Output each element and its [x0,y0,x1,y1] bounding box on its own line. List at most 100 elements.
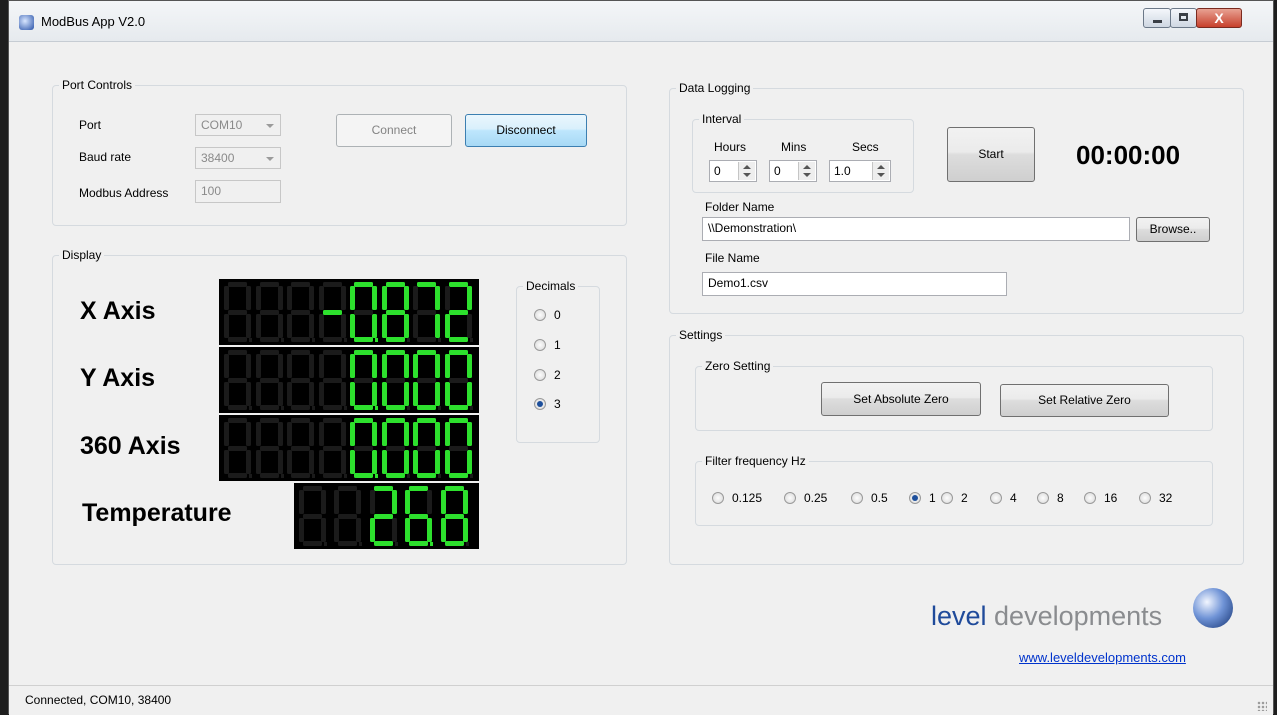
decimals-radio-0[interactable] [534,309,546,321]
filter-radio-2[interactable] [941,492,953,504]
title-bar[interactable]: ModBus App V2.0 X [9,1,1273,42]
minimize-button[interactable] [1143,8,1171,28]
segment-digit [444,282,473,342]
filter-label-4: 4 [1010,491,1017,505]
interval-group: Interval Hours Mins Secs 0 0 1.0 [692,112,914,193]
segment-digit [405,486,434,546]
segment-digit [381,350,410,410]
filter-label-0.25: 0.25 [804,491,828,505]
segment-digit [255,418,284,478]
filter-radio-8[interactable] [1037,492,1049,504]
port-select[interactable]: COM10 [195,114,281,136]
filter-radio-0.25[interactable] [784,492,796,504]
segment-digit [444,350,473,410]
filter-radio-16[interactable] [1084,492,1096,504]
folder-name-label: Folder Name [705,200,775,214]
set-relative-zero-button[interactable]: Set Relative Zero [1000,384,1169,417]
maximize-button[interactable] [1170,8,1197,28]
segment-digit [413,350,441,410]
filter-label-2: 2 [961,491,968,505]
modbus-address-field[interactable]: 100 [195,180,281,203]
company-logo: level developments [931,601,1162,632]
segment-digit [350,350,378,410]
segment-digit [224,350,252,410]
start-button[interactable]: Start [947,127,1035,182]
segment-digit [444,418,473,478]
hours-stepper[interactable]: 0 [709,160,757,182]
window-title: ModBus App V2.0 [41,14,146,29]
temperature-readout [294,483,479,549]
segment-digit [334,486,363,546]
decimals-radio-1[interactable] [534,339,546,351]
display-group: Display X Axis Y Axis 360 Axis Temperatu… [52,248,627,565]
settings-group: Settings Zero Setting Set Absolute Zero … [669,328,1244,565]
segment-digit [287,282,315,342]
status-text: Connected, COM10, 38400 [25,693,172,707]
filter-radio-0.5[interactable] [851,492,863,504]
set-absolute-zero-button[interactable]: Set Absolute Zero [821,382,981,416]
resize-grip-icon[interactable] [1257,701,1267,711]
filter-frequency-title: Filter frequency Hz [702,454,809,468]
hours-label: Hours [714,140,747,154]
port-label: Port [79,118,102,132]
connect-button[interactable]: Connect [336,114,452,147]
disconnect-button[interactable]: Disconnect [465,114,587,147]
app-window: ModBus App V2.0 X Port Controls Port COM… [8,0,1274,715]
port-controls-title: Port Controls [59,78,136,92]
segment-digit [413,418,441,478]
y-axis-label: Y Axis [80,364,156,392]
segment-digit [350,418,378,478]
zero-setting-group: Zero Setting Set Absolute Zero Set Relat… [695,359,1213,431]
filter-radio-4[interactable] [990,492,1002,504]
segment-digit [224,418,252,478]
decimals-radio-3[interactable] [534,398,546,410]
chevron-down-icon [266,157,274,161]
hours-value: 0 [714,164,721,178]
mins-stepper[interactable]: 0 [769,160,817,182]
segment-digit [318,418,347,478]
filter-label-8: 8 [1057,491,1064,505]
filter-label-16: 16 [1104,491,1118,505]
decimals-label-1: 1 [554,338,561,352]
filter-radio-1[interactable] [909,492,921,504]
close-button[interactable]: X [1196,8,1242,28]
file-name-field[interactable]: Demo1.csv [702,272,1007,296]
mins-label: Mins [781,140,807,154]
data-logging-title: Data Logging [676,81,754,95]
filter-radio-0.125[interactable] [712,492,724,504]
decimals-radio-2[interactable] [534,369,546,381]
segment-digit [287,350,315,410]
secs-stepper[interactable]: 1.0 [829,160,891,182]
filter-radio-32[interactable] [1139,492,1151,504]
segment-digit [413,282,441,342]
segment-digit [318,350,347,410]
baud-rate-select[interactable]: 38400 [195,147,281,169]
decimals-label-3: 3 [554,397,561,411]
logo-bold-text: level [931,601,987,631]
secs-label: Secs [852,140,879,154]
elapsed-timer: 00:00:00 [1076,140,1181,170]
logo-swirl-icon [1193,588,1233,628]
browse-button[interactable]: Browse.. [1136,217,1210,242]
filter-label-32: 32 [1159,491,1173,505]
website-link[interactable]: www.leveldevelopments.com [1019,650,1186,665]
stepper-arrows-icon[interactable] [738,162,755,180]
baud-rate-label: Baud rate [79,150,132,164]
x-axis-readout [219,279,479,345]
file-name-label: File Name [705,251,760,265]
logo-light-text: developments [986,601,1163,631]
y-axis-readout [219,347,479,413]
x-axis-label: X Axis [80,297,156,325]
stepper-arrows-icon[interactable] [798,162,815,180]
app-icon [19,15,34,30]
interval-title: Interval [699,112,745,126]
decimals-group: Decimals 0 1 2 3 [516,279,600,443]
360-axis-label: 360 Axis [80,432,181,460]
folder-name-field[interactable]: \\Demonstration\ [702,217,1130,241]
chevron-down-icon [266,124,274,128]
decimals-label-2: 2 [554,368,561,382]
decimals-title: Decimals [523,279,579,293]
segment-digit [224,282,252,342]
stepper-arrows-icon[interactable] [872,162,889,180]
segment-digit [440,486,469,546]
